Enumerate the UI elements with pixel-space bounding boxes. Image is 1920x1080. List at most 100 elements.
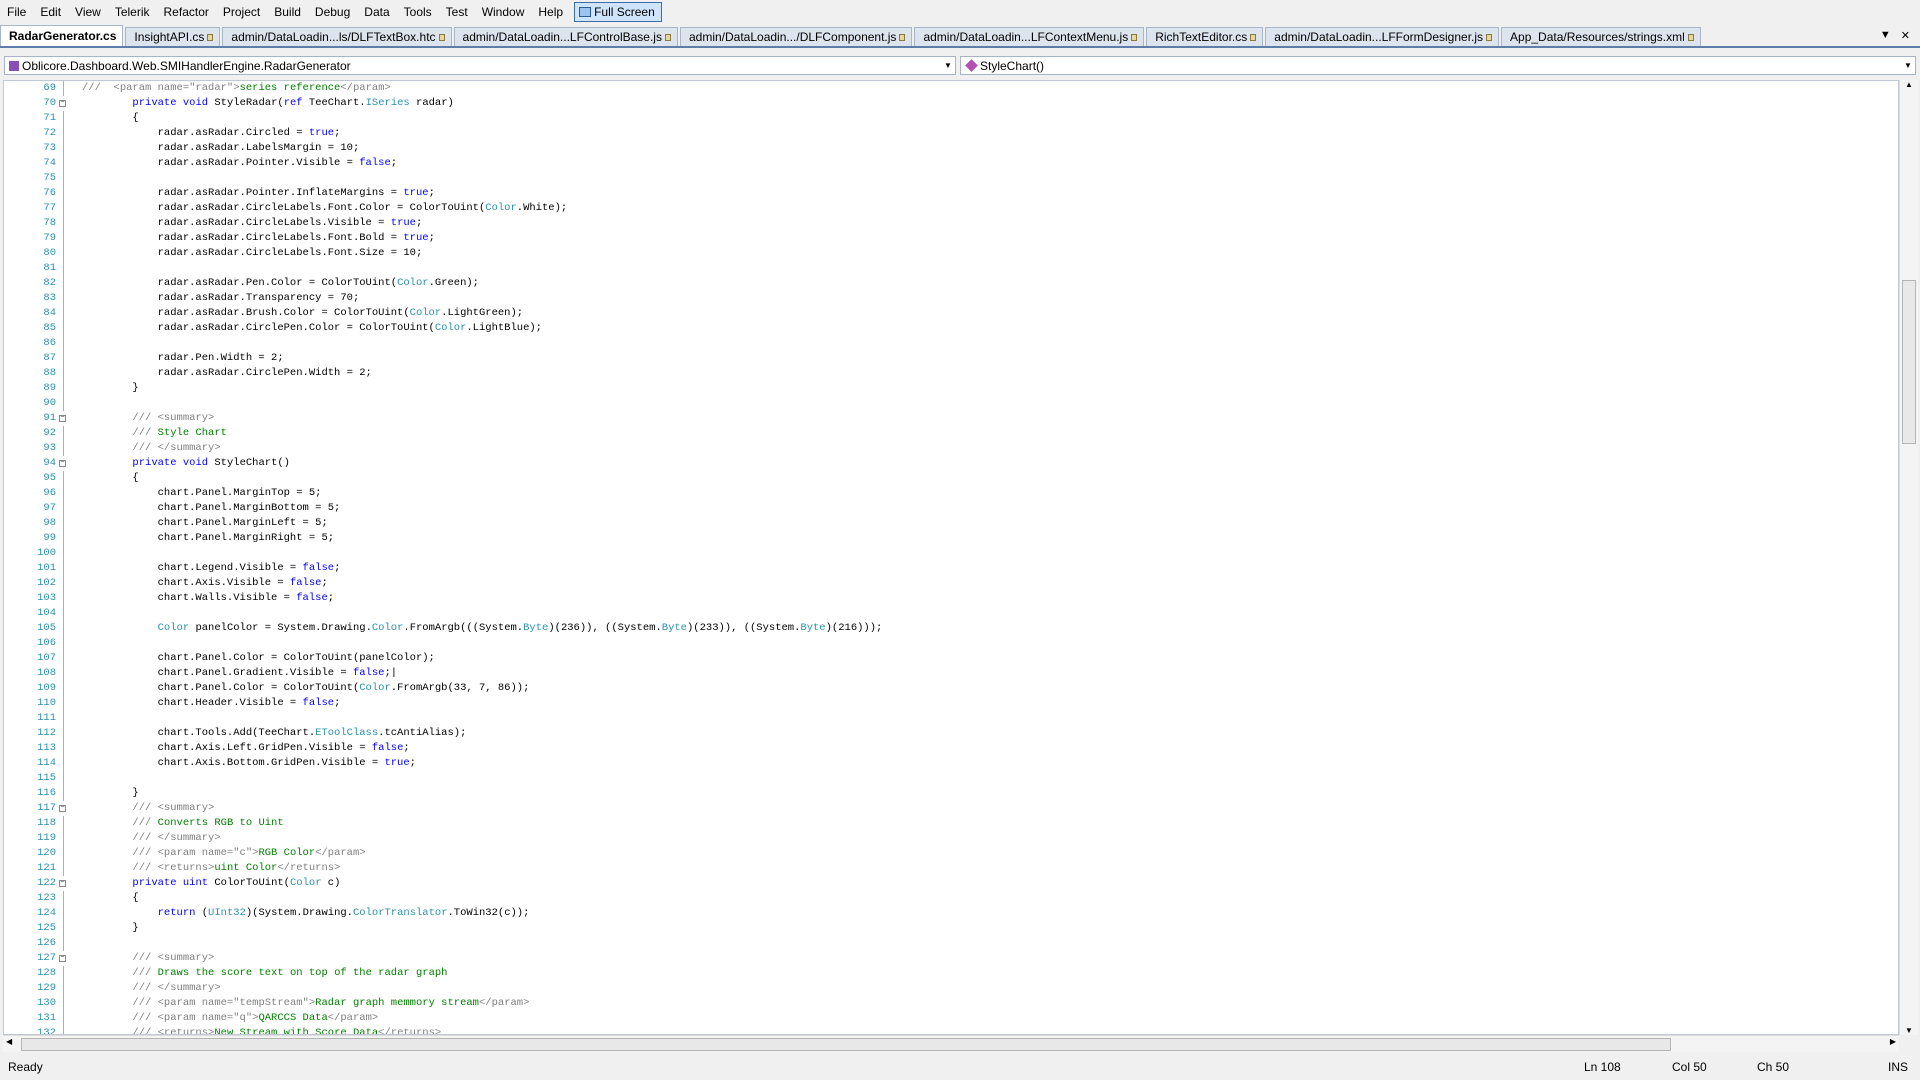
full-screen-button[interactable]: Full Screen (574, 2, 662, 22)
document-tab[interactable]: admin/DataLoadin...ls/DLFTextBox.htc (222, 27, 452, 46)
fold-toggle-icon[interactable]: − (59, 880, 66, 887)
code-token: void (182, 457, 209, 469)
line-number: 110 (37, 697, 56, 709)
code-token: <param name="radar"> (113, 82, 240, 94)
document-tab[interactable]: RichTextEditor.cs (1146, 27, 1264, 46)
code-token: Color (409, 307, 442, 319)
menu-project[interactable]: Project (216, 1, 267, 23)
code-token: radar.Pen.Width = 2; (82, 352, 284, 364)
code-token: Color (289, 877, 322, 889)
code-token: true (384, 757, 410, 769)
scroll-down-icon[interactable]: ▼ (1900, 1026, 1918, 1035)
code-text: chart.Panel.MarginBottom = 5; (82, 501, 341, 516)
document-tab[interactable]: admin/DataLoadin...LFControlBase.js (453, 27, 678, 46)
code-line: 76 radar.asRadar.Pointer.InflateMargins … (4, 186, 1898, 201)
code-line: 96 chart.Panel.MarginTop = 5; (4, 486, 1898, 501)
horizontal-scrollbar[interactable]: ◀ ▶ (3, 1035, 1899, 1052)
vertical-scroll-thumb[interactable] (1902, 280, 1916, 444)
code-token: /// <returns> (132, 1027, 215, 1035)
close-tab-icon[interactable]: ✕ (1901, 29, 1910, 42)
code-token: true (308, 127, 335, 139)
status-column: Col 50 (1672, 1060, 1707, 1074)
fold-toggle-icon[interactable]: − (59, 955, 66, 962)
line-number: 124 (37, 907, 56, 919)
code-token: radar.asRadar.CirclePen.Width = 2; (82, 367, 372, 379)
type-dropdown[interactable]: Oblicore.Dashboard.Web.SMIHandlerEngine.… (4, 56, 956, 75)
line-number: 84 (43, 307, 56, 319)
vertical-scrollbar[interactable]: ▲ ▼ (1899, 80, 1918, 1035)
code-token: /// <param name="q"> (132, 1012, 259, 1024)
member-dropdown[interactable]: StyleChart() ▼ (960, 56, 1916, 75)
fold-guide (63, 651, 64, 666)
document-tab[interactable]: App_Data/Resources/strings.xml (1501, 27, 1701, 46)
code-token: radar.asRadar.CircleLabels.Font.Color = … (82, 202, 486, 214)
code-line: 127− /// <summary> (4, 951, 1898, 966)
line-number: 106 (37, 637, 56, 649)
code-token: radar.asRadar.Brush.Color = ColorToUint( (82, 307, 410, 319)
chevron-down-icon[interactable]: ▼ (1901, 61, 1915, 70)
fold-guide (63, 696, 64, 711)
tab-list-dropdown-icon[interactable]: ▼ (1880, 29, 1891, 41)
line-number: 97 (43, 502, 56, 514)
member-dropdown-label: StyleChart() (980, 58, 1045, 73)
document-tab[interactable]: RadarGenerator.cs (0, 25, 124, 46)
menu-test[interactable]: Test (439, 1, 475, 23)
status-line: Ln 108 (1584, 1060, 1621, 1074)
menu-debug[interactable]: Debug (308, 1, 357, 23)
document-tab[interactable]: admin/DataLoadin.../DLFComponent.js (679, 27, 913, 46)
document-tab-label: admin/DataLoadin...LFContextMenu.js (923, 30, 1129, 44)
horizontal-scroll-thumb[interactable] (21, 1038, 1671, 1051)
code-token: radar.asRadar.LabelsMargin = 10; (82, 142, 360, 154)
menu-window[interactable]: Window (475, 1, 532, 23)
code-token: .LightGreen); (441, 307, 524, 319)
code-line: 114 chart.Axis.Bottom.GridPen.Visible = … (4, 756, 1898, 771)
line-number: 104 (37, 607, 56, 619)
code-token: void (182, 97, 209, 109)
code-token: )(216))); (825, 622, 883, 634)
fold-guide (63, 621, 64, 636)
document-tab[interactable]: admin/DataLoadin...LFContextMenu.js (914, 27, 1145, 46)
code-line: 111 (4, 711, 1898, 726)
code-editor[interactable]: 69 /// <param name="radar">series referen… (3, 80, 1899, 1035)
code-text: } (82, 381, 138, 396)
line-number: 80 (43, 247, 56, 259)
menu-telerik[interactable]: Telerik (108, 1, 157, 23)
code-token: c) (321, 877, 341, 889)
code-token: .tcAntiAlias); (378, 727, 467, 739)
menu-edit[interactable]: Edit (33, 1, 68, 23)
code-line: 128 /// Draws the score text on top of t… (4, 966, 1898, 981)
code-line: 87 radar.Pen.Width = 2; (4, 351, 1898, 366)
scroll-right-icon[interactable]: ▶ (1890, 1037, 1896, 1046)
code-text: /// </summary> (82, 981, 221, 996)
menu-file[interactable]: File (0, 1, 33, 23)
lock-icon (664, 33, 671, 41)
menu-view[interactable]: View (68, 1, 108, 23)
menu-data[interactable]: Data (357, 1, 396, 23)
code-token: /// </summary> (132, 982, 221, 994)
document-tab[interactable]: InsightAPI.cs (125, 27, 221, 46)
code-token: Color (371, 622, 404, 634)
menu-tools[interactable]: Tools (397, 1, 439, 23)
code-token: ; (428, 232, 435, 244)
fold-guide (63, 891, 64, 906)
document-tab[interactable]: admin/DataLoadin...LFFormDesigner.js (1265, 27, 1500, 46)
code-text: chart.Tools.Add(TeeChart.EToolClass.tcAn… (82, 726, 467, 741)
menu-help[interactable]: Help (531, 1, 570, 23)
fold-toggle-icon[interactable]: − (59, 415, 66, 422)
menu-build[interactable]: Build (267, 1, 308, 23)
line-number: 86 (43, 337, 56, 349)
chevron-down-icon[interactable]: ▼ (941, 61, 955, 70)
line-number: 105 (37, 622, 56, 634)
document-tab-label: admin/DataLoadin.../DLFComponent.js (688, 30, 897, 44)
menu-refactor[interactable]: Refactor (157, 1, 216, 23)
code-token: radar.asRadar.Pen.Color = ColorToUint( (82, 277, 398, 289)
fold-toggle-icon[interactable]: − (59, 805, 66, 812)
fold-guide (63, 561, 64, 576)
scroll-up-icon[interactable]: ▲ (1900, 80, 1918, 89)
fold-toggle-icon[interactable]: − (59, 100, 66, 107)
scroll-left-icon[interactable]: ◀ (6, 1037, 12, 1046)
fold-toggle-icon[interactable]: − (59, 460, 66, 467)
code-token: ; (403, 742, 410, 754)
code-line: 69 /// <param name="radar">series referen… (4, 81, 1898, 96)
